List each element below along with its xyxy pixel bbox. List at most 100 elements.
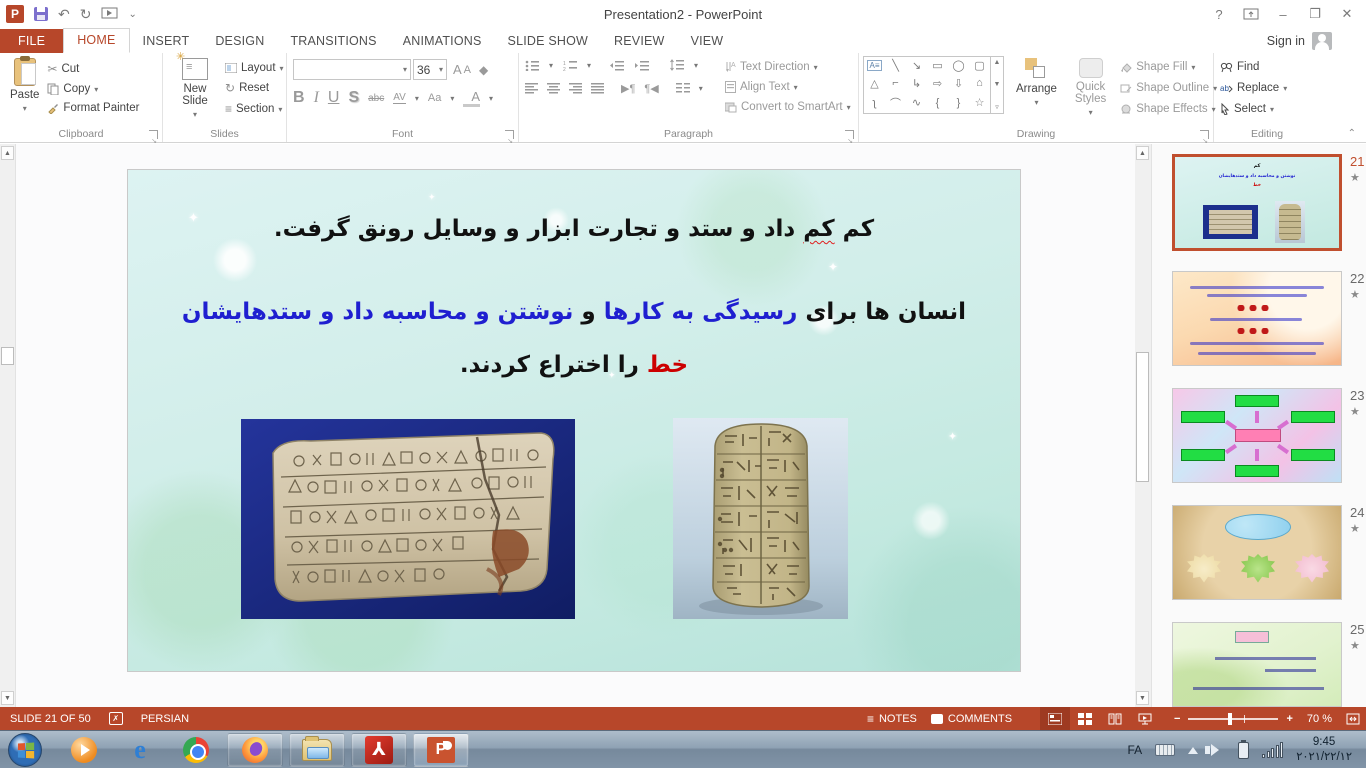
text-direction-button[interactable]: A Text Direction ▾ <box>723 59 853 75</box>
tab-design[interactable]: DESIGN <box>202 30 277 53</box>
taskbar-media-player-icon[interactable] <box>67 735 101 765</box>
taskbar-chrome-icon[interactable] <box>179 735 213 765</box>
start-slideshow-icon[interactable] <box>101 7 118 21</box>
clay-tablet-image-right[interactable] <box>673 418 848 619</box>
bullets-dropdown-icon[interactable]: ▾ <box>549 61 553 70</box>
customize-qat-icon[interactable]: ⌄ <box>128 9 136 20</box>
zoom-slider[interactable]: − + <box>1174 713 1293 725</box>
paste-dropdown-icon[interactable]: ▾ <box>23 104 27 113</box>
shape-fill-dropdown-icon[interactable]: ▾ <box>1191 63 1195 72</box>
volume-icon[interactable] <box>1211 744 1225 756</box>
shape-elbow-connector-icon[interactable]: ⌐ <box>892 77 898 89</box>
italic-icon[interactable]: I <box>314 89 319 107</box>
taskbar-acrobat-button[interactable]: ⅄ <box>351 733 407 767</box>
convert-smartart-button[interactable]: Convert to SmartArt ▾ <box>723 99 853 115</box>
shape-down-arrow-icon[interactable]: ⇩ <box>954 77 963 90</box>
shape-textbox-icon[interactable]: A≡ <box>867 60 881 71</box>
shape-right-brace-icon[interactable]: } <box>957 97 961 109</box>
reading-view-button[interactable] <box>1100 707 1130 730</box>
clear-formatting-icon[interactable]: ◆ <box>473 63 488 77</box>
clipboard-dialog-launcher-icon[interactable] <box>149 130 158 139</box>
notes-button[interactable]: ≡ NOTES <box>867 712 917 726</box>
align-text-dropdown-icon[interactable]: ▾ <box>794 83 798 92</box>
comments-button[interactable]: COMMENTS <box>931 713 1012 725</box>
spellcheck-icon[interactable]: ✗ <box>109 712 123 725</box>
align-right-icon[interactable] <box>569 83 582 94</box>
shape-arc-icon[interactable]: ⌒ <box>890 95 901 111</box>
select-dropdown-icon[interactable]: ▾ <box>1270 105 1274 114</box>
slideshow-view-button[interactable] <box>1130 707 1160 730</box>
shape-line-icon[interactable]: ╲ <box>892 59 899 72</box>
character-spacing-dropdown-icon[interactable]: ▾ <box>415 94 419 103</box>
shapes-scroll-down-icon[interactable]: ▼ <box>994 81 1001 88</box>
thumbnail-slide-21[interactable]: کم نوشتن و محاسبه داد و ستدهایشان خط 21 … <box>1172 154 1342 251</box>
character-spacing-icon[interactable]: AV <box>393 92 406 104</box>
shape-star-icon[interactable]: ☆ <box>975 96 985 109</box>
minimize-icon[interactable]: – <box>1268 2 1298 26</box>
editor-scrollbar-thumb[interactable] <box>1 347 14 365</box>
slide-text-line1[interactable]: کم کم داد و ستد و تجارت ابزار و وسایل رو… <box>128 216 1020 242</box>
new-slide-button[interactable]: New Slide ▾ <box>167 56 223 121</box>
keyboard-layout-icon[interactable] <box>1155 744 1175 756</box>
bold-icon[interactable]: B <box>293 89 305 107</box>
shape-elbow-arrow-icon[interactable]: ↳ <box>912 77 921 90</box>
show-hidden-icons-icon[interactable] <box>1188 742 1198 754</box>
font-dialog-launcher-icon[interactable] <box>505 130 514 139</box>
shape-fill-button[interactable]: Shape Fill ▾ <box>1118 59 1219 75</box>
shape-effects-button[interactable]: Shape Effects ▾ <box>1118 101 1219 117</box>
cut-button[interactable]: ✂ Cut <box>45 60 141 78</box>
clay-tablet-image-left[interactable] <box>241 419 575 619</box>
network-signal-icon[interactable] <box>1262 742 1283 758</box>
thumbnail-slide-23[interactable]: 23 ★ <box>1172 388 1342 483</box>
shape-oval-icon[interactable]: ◯ <box>952 59 964 72</box>
redo-icon[interactable]: ↻ <box>80 6 92 23</box>
font-color-icon[interactable]: A <box>463 89 480 107</box>
thumbnail-slide-25[interactable]: 25 ★ <box>1172 622 1342 707</box>
shape-arrow-icon[interactable]: ↘ <box>912 59 921 72</box>
thumbnails-scrollbar[interactable]: ▲ ▼ <box>1135 144 1152 707</box>
font-name-dropdown-icon[interactable]: ▾ <box>403 65 407 74</box>
replace-dropdown-icon[interactable]: ▾ <box>1283 84 1287 93</box>
shape-outline-button[interactable]: Shape Outline ▾ <box>1118 80 1219 96</box>
thumbnails-scrollbar-thumb[interactable] <box>1136 352 1149 482</box>
find-button[interactable]: Find <box>1218 59 1316 75</box>
bullets-icon[interactable] <box>525 60 539 71</box>
tab-transitions[interactable]: TRANSITIONS <box>277 30 389 53</box>
battery-icon[interactable] <box>1238 742 1249 759</box>
copy-dropdown-icon[interactable]: ▾ <box>94 85 98 94</box>
layout-dropdown-icon[interactable]: ▾ <box>280 64 284 73</box>
zoom-out-icon[interactable]: − <box>1174 713 1180 725</box>
start-button[interactable] <box>8 733 42 767</box>
powerpoint-logo-icon[interactable]: P <box>6 5 24 23</box>
taskbar-explorer-button[interactable] <box>289 733 345 767</box>
rtl-direction-icon[interactable]: ¶◀ <box>644 82 658 95</box>
ribbon-display-options-icon[interactable] <box>1236 2 1266 26</box>
close-icon[interactable]: ✕ <box>1332 2 1362 26</box>
numbering-icon[interactable]: 12 <box>563 60 577 71</box>
thumbnails-scroll-down-icon[interactable]: ▼ <box>1136 691 1149 705</box>
font-name-combobox[interactable]: ▾ <box>293 59 411 80</box>
tab-slideshow[interactable]: SLIDE SHOW <box>495 30 602 53</box>
strikethrough-icon[interactable]: abc <box>368 93 384 104</box>
shape-curve-icon[interactable]: ∿ <box>912 96 921 109</box>
reset-button[interactable]: ↻ Reset <box>223 79 286 97</box>
columns-icon[interactable] <box>676 83 690 94</box>
ltr-direction-icon[interactable]: ▶¶ <box>621 82 635 95</box>
thumbnail-slide-24[interactable]: 24 ★ <box>1172 505 1342 600</box>
slide-text-line3[interactable]: خط را اختراع کردند. <box>128 352 1020 378</box>
zoom-slider-thumb[interactable] <box>1228 713 1232 725</box>
align-center-icon[interactable] <box>547 83 560 94</box>
taskbar-powerpoint-button[interactable]: P <box>413 733 469 767</box>
sign-in[interactable]: Sign in <box>1267 32 1332 50</box>
copy-button[interactable]: Copy ▾ <box>45 81 141 97</box>
paragraph-dialog-launcher-icon[interactable] <box>845 130 854 139</box>
paste-button[interactable]: Paste ▾ <box>4 56 45 116</box>
undo-icon[interactable]: ↶ <box>58 6 70 23</box>
shrink-font-icon[interactable]: A <box>464 64 471 76</box>
tab-view[interactable]: VIEW <box>678 30 737 53</box>
shape-scribble-icon[interactable]: ʅ <box>873 97 875 109</box>
shape-rectangle-icon[interactable]: ▭ <box>932 59 942 72</box>
quick-styles-button[interactable]: Quick Styles ▾ <box>1069 56 1112 119</box>
clock[interactable]: 9:45 ۲۰۲۱/۲۲/۱۲ <box>1296 735 1352 765</box>
tab-insert[interactable]: INSERT <box>130 30 203 53</box>
